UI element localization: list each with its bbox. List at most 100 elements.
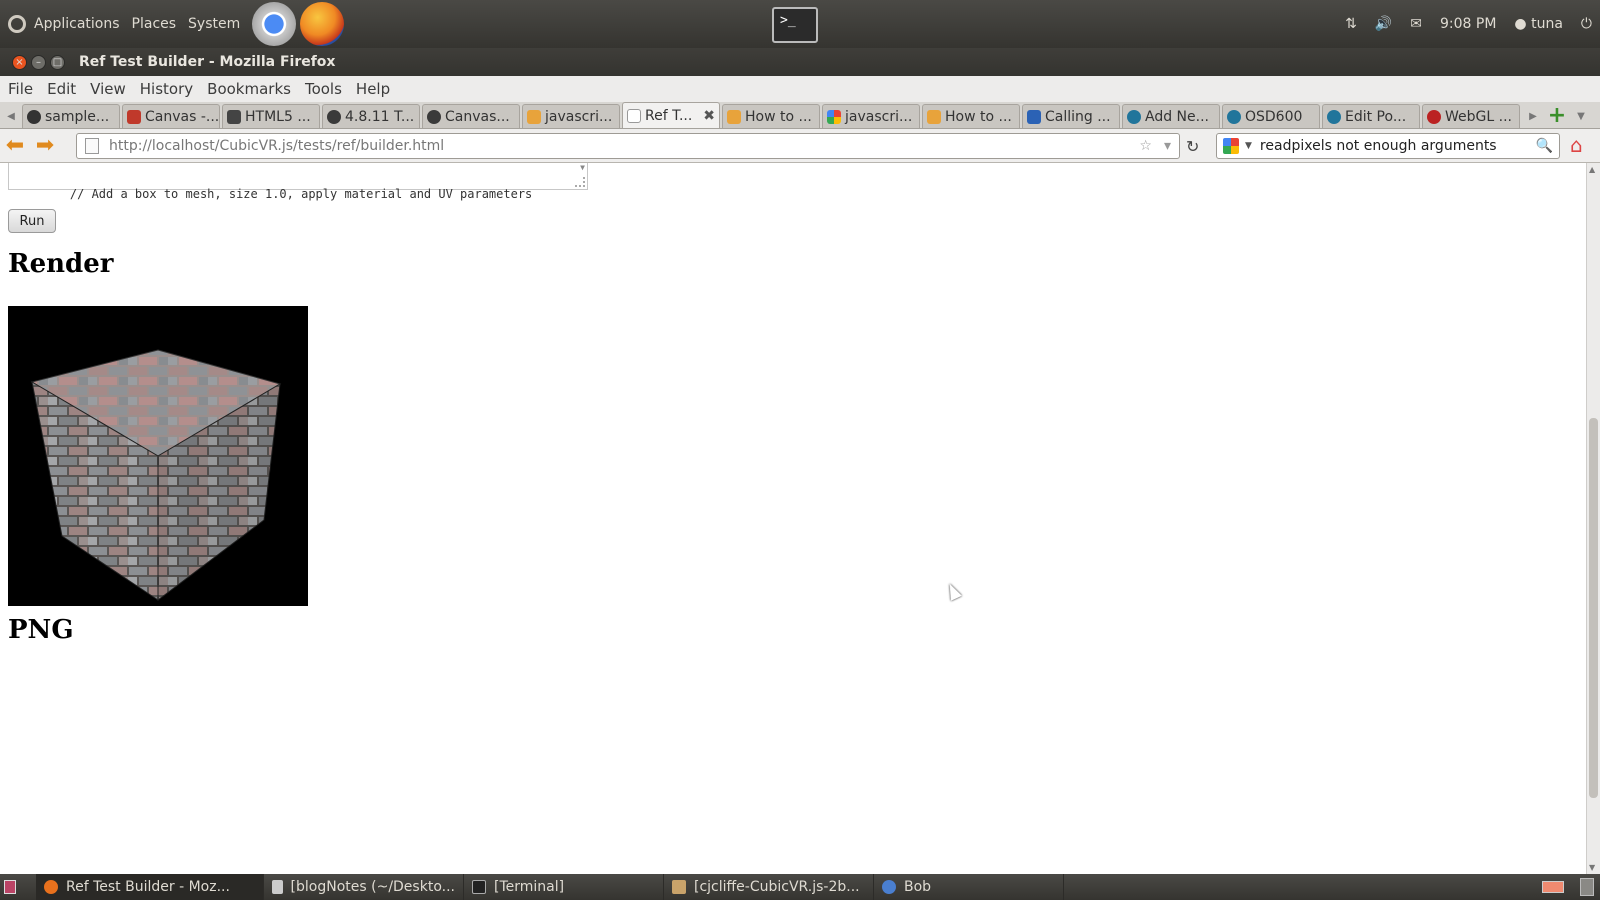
tab[interactable]: How to ... [722,104,820,128]
url-bar[interactable]: http://localhost/CubicVR.js/tests/ref/bu… [76,133,1180,159]
code-editor[interactable]: // Add a box to mesh, size 1.0, apply ma… [8,163,588,201]
page-icon [85,138,99,154]
tab-label: 4.8.11 T... [345,108,415,125]
wordpress-icon [1327,109,1341,124]
webgl-icon [1427,109,1441,124]
tab-label: HTML5 ... [245,108,311,125]
menubar: File Edit View History Bookmarks Tools H… [0,76,1600,102]
tab[interactable]: Canvas -... [122,104,220,128]
menu-history[interactable]: History [140,80,193,98]
run-button[interactable]: Run [8,209,56,233]
taskbar-item[interactable]: [blogNotes (~/Deskto... [264,874,464,900]
taskbar-item[interactable]: [cjcliffe-CubicVR.js-2b... [664,874,874,900]
tab-label: Ref T... [645,107,693,124]
power-icon[interactable]: ⏻ [1581,16,1592,32]
tab[interactable]: Canvas... [422,104,520,128]
tabs-scroll-left-icon[interactable]: ◀ [0,104,22,128]
tab-label: javascri... [545,108,613,125]
workspace-switcher[interactable] [1542,881,1564,893]
mail-icon[interactable]: ✉ [1410,16,1422,32]
forward-arrow-icon[interactable]: ➡ [30,133,60,158]
tab-label: Canvas -... [145,108,220,125]
bookmark-star-icon[interactable]: ☆ [1139,138,1152,154]
scrollbar-thumb[interactable] [1589,418,1598,798]
taskbar-item-label: Bob [904,879,932,895]
show-desktop-icon[interactable] [4,880,16,894]
reload-icon[interactable]: ↻ [1186,137,1199,156]
code-scroll-up-icon[interactable]: ▼ [580,163,585,172]
clock[interactable]: 9:08 PM [1440,16,1496,32]
url-dropdown-icon[interactable]: ▾ [1164,138,1171,154]
search-icon[interactable]: 🔍 [1536,138,1553,154]
tab[interactable]: sample... [22,104,120,128]
vp-icon [1027,109,1041,124]
resize-handle-icon[interactable] [575,177,585,187]
menu-view[interactable]: View [90,80,126,98]
tab[interactable]: HTML5 ... [222,104,320,128]
menu-tools[interactable]: Tools [305,80,342,98]
tab[interactable]: Edit Po... [1322,104,1420,128]
terminal-launcher-icon[interactable]: >_ [772,7,818,43]
vertical-scrollbar[interactable]: ▲ ▼ [1586,163,1600,874]
taskbar-item[interactable]: [Terminal] [464,874,664,900]
back-arrow-icon[interactable]: ⬅ [0,133,30,158]
search-bar[interactable]: ▼ readpixels not enough arguments 🔍 [1216,133,1560,159]
bottom-taskbar: Ref Test Builder - Moz... [blogNotes (~/… [0,874,1600,900]
page-icon [627,108,641,123]
scroll-up-icon[interactable]: ▲ [1589,165,1595,174]
home-icon[interactable]: ⌂ [1570,133,1594,157]
tab[interactable]: 4.8.11 T... [322,104,420,128]
menu-bookmarks[interactable]: Bookmarks [207,80,291,98]
tab[interactable]: javascri... [822,104,920,128]
menu-help[interactable]: Help [356,80,390,98]
tab[interactable]: How to ... [922,104,1020,128]
tab-list-icon[interactable]: ▼ [1570,104,1592,128]
folder-icon [672,880,686,894]
taskbar-item-label: [blogNotes (~/Deskto... [290,879,455,895]
volume-icon[interactable]: 🔊 [1375,16,1392,32]
search-input[interactable]: readpixels not enough arguments [1260,138,1497,154]
menu-edit[interactable]: Edit [47,80,76,98]
minimize-window-button[interactable]: – [31,54,46,70]
applications-menu[interactable]: Applications [34,16,120,32]
close-tab-icon[interactable]: ✖ [703,108,715,124]
tab-label: Calling ... [1045,108,1111,125]
firefox-launcher-icon[interactable] [300,2,345,46]
tabs-scroll-right-icon[interactable]: ▶ [1522,104,1544,128]
window-titlebar: × – □ Ref Test Builder - Mozilla Firefox [0,48,1600,76]
url-path: /CubicVR.js/tests/ref/builder.html [214,138,445,154]
editor-icon [272,880,283,894]
tab-label: How to ... [745,108,812,125]
places-menu[interactable]: Places [132,16,177,32]
tab-label: sample... [45,108,110,125]
ubuntu-logo-icon[interactable] [8,15,26,33]
code-line: // Add a box to mesh, size 1.0, apply ma… [69,187,533,201]
google-icon[interactable] [1223,138,1239,154]
taskbar-item[interactable]: Ref Test Builder - Moz... [36,874,264,900]
chrome-launcher-icon[interactable] [252,2,297,46]
tab[interactable]: Calling ... [1022,104,1120,128]
scroll-down-icon[interactable]: ▼ [1589,863,1595,872]
taskbar-item-label: Ref Test Builder - Moz... [66,879,230,895]
firefox-icon [44,880,58,894]
menu-file[interactable]: File [8,80,33,98]
tab-active[interactable]: Ref T... ✖ [622,102,720,128]
tab[interactable]: OSD600 [1222,104,1320,128]
network-icon[interactable]: ⇅ [1345,16,1357,32]
taskbar-item-label: [Terminal] [494,879,565,895]
top-panel: Applications Places System >_ ⇅ 🔊 ✉ 9:08… [0,0,1600,48]
tab[interactable]: javascri... [522,104,620,128]
taskbar-item[interactable]: Bob [874,874,1064,900]
user-menu[interactable]: ● tuna [1514,16,1563,32]
maximize-window-button[interactable]: □ [50,54,65,70]
tab-label: How to ... [945,108,1012,125]
tab-label: Edit Po... [1345,108,1407,125]
trash-icon[interactable] [1580,878,1594,896]
close-window-button[interactable]: × [12,54,27,70]
new-tab-icon[interactable]: + [1544,103,1570,128]
tab[interactable]: WebGL ... [1422,104,1520,128]
tab[interactable]: Add Ne... [1122,104,1220,128]
system-menu[interactable]: System [188,16,240,32]
google-icon [827,109,841,124]
search-engine-dropdown-icon[interactable]: ▼ [1245,141,1252,151]
